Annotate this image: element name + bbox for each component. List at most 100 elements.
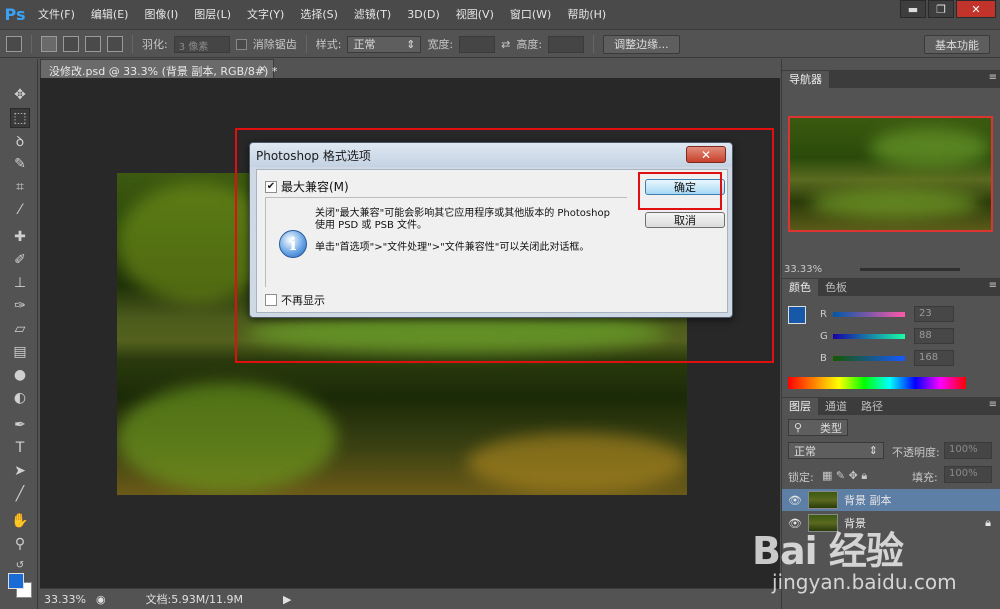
menu-help[interactable]: 帮助(H) [559,0,614,30]
lock-icons[interactable]: ▦ ✎ ✥ 🔒︎ [822,469,867,483]
menu-window[interactable]: 窗口(W) [502,0,559,30]
navigator-zoom[interactable]: 33.33% [784,264,822,275]
cancel-button[interactable]: 取消 [645,212,725,228]
swap-colors-icon[interactable]: ↺ [10,555,30,575]
menu-select[interactable]: 选择(S) [292,0,346,30]
close-icon[interactable]: × [258,62,267,75]
opacity-input[interactable]: 100% [944,442,992,459]
panel-menu-icon[interactable]: ≡ [989,399,997,410]
group-divider [265,197,266,287]
marquee-tool-preset-icon[interactable] [6,36,22,52]
navigator-zoom-slider[interactable] [860,268,960,271]
dont-show-again-row[interactable]: 不再显示 [265,292,325,308]
rectangular-marquee-tool-icon[interactable]: ⬚ [10,108,30,128]
max-compatibility-label: 最大兼容(M) [281,180,349,194]
max-compatibility-row[interactable]: ✔ 最大兼容(M) [265,178,349,195]
divider [593,35,595,53]
type-tool-icon[interactable]: T [10,438,30,458]
maximize-button[interactable]: ❐ [928,0,954,18]
intersect-selection-icon[interactable] [107,36,123,52]
refine-edge-button[interactable]: 调整边缘... [603,34,680,54]
menu-filter[interactable]: 滤镜(T) [346,0,399,30]
path-selection-tool-icon[interactable]: ➤ [10,461,30,481]
gradient-tool-icon[interactable]: ▤ [10,342,30,362]
color-spectrum-bar[interactable] [788,377,966,389]
crop-tool-icon[interactable]: ⌗ [10,177,30,197]
antialias-checkbox[interactable] [235,38,247,50]
healing-brush-tool-icon[interactable]: ✚ [10,227,30,247]
swap-icon[interactable]: ⇄ [501,38,510,51]
style-select[interactable]: 正常 ⇕ [347,35,422,53]
document-tab[interactable]: 没修改.psd @ 33.3% (背景 副本, RGB/8#) * × [40,59,278,78]
new-selection-icon[interactable] [41,36,57,52]
hand-tool-icon[interactable]: ✋ [10,511,30,531]
close-button[interactable]: ✕ [686,146,726,163]
quick-selection-tool-icon[interactable]: ✎ [10,154,30,174]
green-value[interactable]: 88 [914,328,954,344]
dont-show-again-checkbox[interactable] [265,294,277,306]
panel-menu-icon[interactable]: ≡ [989,280,997,291]
eraser-tool-icon[interactable]: ▱ [10,319,30,339]
layer-kind-value: 类型 [820,421,842,435]
workspace-button[interactable]: 基本功能 [924,35,990,54]
dodge-tool-icon[interactable]: ◐ [10,388,30,408]
status-info-icon[interactable]: ◉ [96,593,106,606]
layer-row-background-copy[interactable]: 👁︎ 背景 副本 [782,489,1000,511]
group-divider [265,197,627,198]
menu-image[interactable]: 图像(I) [136,0,186,30]
width-input[interactable] [459,35,496,53]
blur-tool-icon[interactable]: ● [10,365,30,385]
layer-kind-filter[interactable]: ⚲ 类型 [788,419,848,436]
move-tool-icon[interactable]: ✥ [10,85,30,105]
history-brush-tool-icon[interactable]: ✑ [10,296,30,316]
menu-edit[interactable]: 编辑(E) [83,0,137,30]
navigator-thumbnail[interactable] [788,116,993,232]
blue-slider[interactable] [833,355,905,361]
blue-value[interactable]: 168 [914,350,954,366]
menu-layer[interactable]: 图层(L) [186,0,239,30]
tab-swatches[interactable]: 色板 [818,279,854,296]
line-tool-icon[interactable]: ╱ [10,484,30,504]
menu-bar: Ps 文件(F) 编辑(E) 图像(I) 图层(L) 文字(Y) 选择(S) 滤… [0,0,1000,30]
menu-view[interactable]: 视图(V) [448,0,502,30]
subtract-selection-icon[interactable] [85,36,101,52]
close-window-button[interactable]: ✕ [956,0,996,18]
search-icon: ⚲ [794,421,803,434]
minimize-button[interactable]: ▬ [900,0,926,18]
height-input[interactable] [548,35,585,53]
clone-stamp-tool-icon[interactable]: ⊥ [10,273,30,293]
green-slider[interactable] [833,333,905,339]
foreground-color-swatch[interactable] [8,573,24,589]
add-selection-icon[interactable] [63,36,79,52]
lotus-leaves [810,188,980,218]
fill-input[interactable]: 100% [944,466,992,483]
zoom-level[interactable]: 33.33% [44,593,86,606]
menu-file[interactable]: 文件(F) [30,0,83,30]
brush-tool-icon[interactable]: ✐ [10,250,30,270]
info-icon: i [279,230,307,258]
tab-navigator[interactable]: 导航器 [782,71,829,88]
tab-paths[interactable]: 路径 [854,398,890,415]
red-slider[interactable] [833,311,905,317]
document-title: 没修改.psd @ 33.3% (背景 副本, RGB/8#) * [49,65,278,78]
eye-icon[interactable]: 👁︎ [788,494,802,507]
panel-menu-icon[interactable]: ≡ [989,72,997,83]
lasso-tool-icon[interactable]: ꝺ [10,131,30,151]
menu-3d[interactable]: 3D(D) [399,0,448,30]
feather-label: 羽化: [142,38,168,51]
foreground-color-chip[interactable] [788,306,806,324]
tab-channels[interactable]: 通道 [818,398,854,415]
zoom-tool-icon[interactable]: ⚲ [10,534,30,554]
eyedropper-tool-icon[interactable]: ⁄ [10,200,30,220]
pen-tool-icon[interactable]: ✒ [10,415,30,435]
feather-input[interactable]: 3 像素 [173,35,230,53]
blend-mode-select[interactable]: 正常 ⇕ [788,442,884,459]
tab-layers[interactable]: 图层 [782,398,818,415]
play-arrow-icon[interactable]: ▶ [283,593,291,606]
red-value[interactable]: 23 [914,306,954,322]
menu-type[interactable]: 文字(Y) [239,0,292,30]
max-compatibility-checkbox[interactable]: ✔ [265,180,277,193]
green-label: G [820,330,828,342]
antialias-label: 消除锯齿 [252,38,297,51]
tab-color[interactable]: 颜色 [782,279,818,296]
